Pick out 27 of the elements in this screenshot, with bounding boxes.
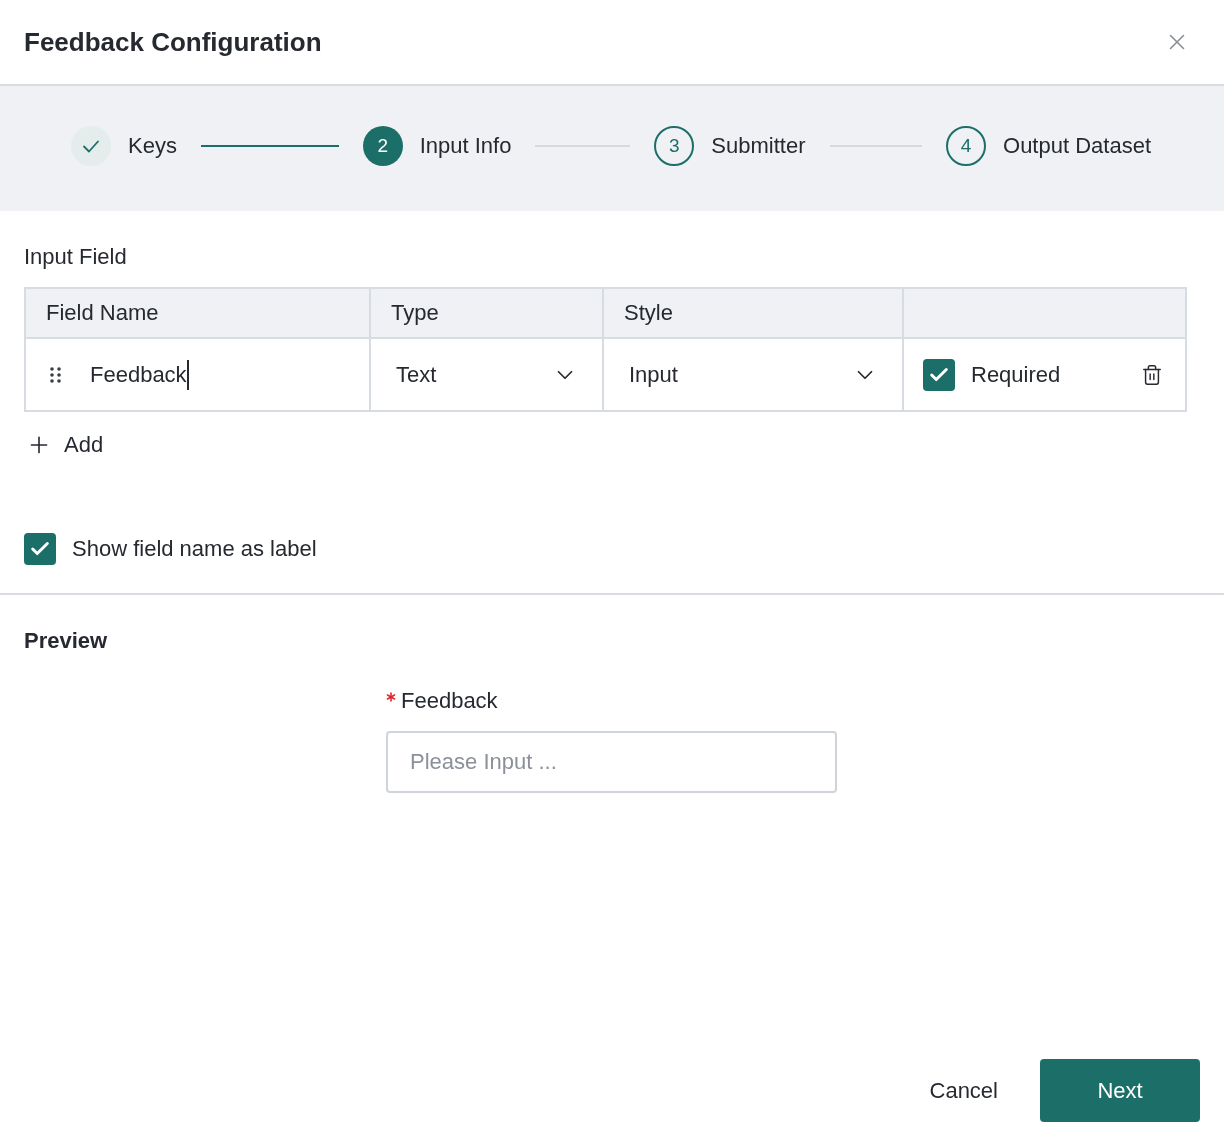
step-number: 3 (654, 125, 695, 166)
required-checkbox[interactable] (923, 358, 955, 391)
field-name-input[interactable]: Feedback (90, 359, 189, 390)
field-label: Feedback (401, 687, 498, 715)
step-label: Submitter (711, 131, 806, 160)
dialog-title: Feedback Configuration (24, 26, 322, 58)
preview-title: Preview (24, 627, 109, 655)
step-label: Input Info (419, 131, 512, 160)
trash-icon[interactable] (1141, 363, 1163, 386)
checkbox-label: Required (971, 360, 1061, 389)
type-select[interactable]: Text (371, 339, 604, 410)
checkbox-label: Show field name as label (72, 535, 317, 563)
section-label: Input Field (24, 243, 128, 271)
step-label: Keys (128, 131, 177, 160)
step-number: 4 (946, 125, 986, 166)
show-label-checkbox[interactable] (24, 533, 56, 565)
step-label: Output Dataset (1003, 131, 1151, 160)
column-header: Field Name (26, 289, 371, 337)
next-button[interactable]: Next (1040, 1059, 1200, 1122)
add-button[interactable]: Add (24, 431, 104, 459)
cancel-button[interactable]: Cancel (909, 1059, 1018, 1122)
step-number: 2 (362, 125, 403, 166)
preview-input[interactable]: Please Input ... (386, 731, 837, 793)
column-header: Type (371, 289, 604, 337)
drag-handle-icon[interactable] (50, 366, 62, 383)
column-header: Style (604, 289, 904, 337)
style-select[interactable]: Input (604, 339, 904, 410)
